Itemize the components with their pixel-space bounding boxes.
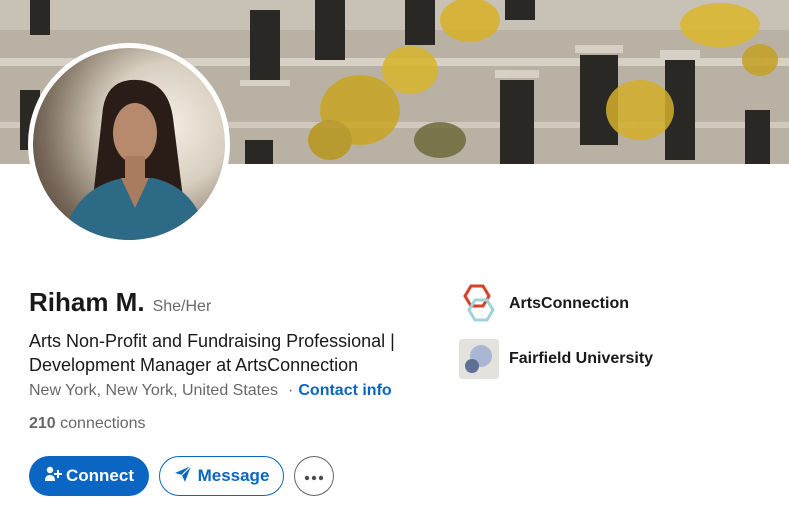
message-button-label: Message: [197, 466, 270, 485]
profile-name: Riham M.: [29, 287, 145, 317]
send-icon: [174, 465, 192, 488]
profile-pronouns: She/Her: [152, 298, 212, 315]
message-button[interactable]: Message: [159, 456, 284, 496]
more-actions-button[interactable]: [294, 456, 334, 496]
add-person-icon: [44, 465, 62, 488]
school-name: Fairfield University: [509, 350, 654, 367]
avatar: [33, 48, 225, 240]
fairfield-university-logo-icon: [459, 339, 499, 379]
location-row: New York, New York, United States · Cont…: [29, 382, 392, 400]
profile-card: Riham M. She/Her Arts Non-Profit and Fun…: [0, 0, 789, 514]
connect-button-label: Connect: [66, 466, 134, 485]
connections-label: connections: [60, 415, 146, 432]
contact-info-link[interactable]: Contact info: [298, 382, 391, 400]
profile-location: New York, New York, United States: [29, 382, 279, 399]
company-name: ArtsConnection: [509, 295, 629, 312]
name-row: Riham M. She/Her: [29, 287, 211, 318]
separator-dot: ·: [288, 382, 294, 399]
current-company-link[interactable]: ArtsConnection: [459, 284, 629, 324]
connections-count[interactable]: 210 connections: [29, 415, 146, 433]
connections-number: 210: [29, 415, 56, 432]
artsconnection-logo-icon: [459, 284, 499, 324]
profile-photo-frame[interactable]: [28, 43, 230, 245]
connect-button[interactable]: Connect: [29, 456, 149, 496]
ellipsis-icon: [304, 466, 324, 486]
profile-headline: Arts Non-Profit and Fundraising Professi…: [29, 331, 395, 375]
avatar-image: [63, 79, 208, 240]
education-link[interactable]: Fairfield University: [459, 339, 653, 379]
